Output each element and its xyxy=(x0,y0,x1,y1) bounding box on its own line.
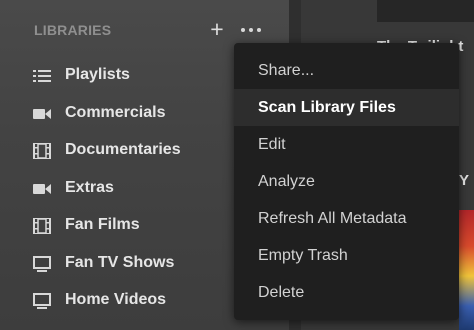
sidebar-item-label: Commercials xyxy=(65,104,166,121)
menu-item-refresh-all-metadata[interactable]: Refresh All Metadata xyxy=(234,200,459,237)
video-camera-icon xyxy=(33,109,51,119)
video-camera-icon xyxy=(33,184,51,194)
sidebar-item-label: Fan TV Shows xyxy=(65,254,175,271)
poster-thumbnail[interactable] xyxy=(377,0,474,22)
menu-item-share[interactable]: Share... xyxy=(234,52,459,89)
menu-item-delete[interactable]: Delete xyxy=(234,274,459,311)
menu-item-edit[interactable]: Edit xyxy=(234,126,459,163)
poster-thumbnail[interactable] xyxy=(459,210,474,330)
sidebar-item-label: Documentaries xyxy=(65,141,181,158)
film-strip-icon xyxy=(33,143,51,159)
partial-title: Y xyxy=(459,172,470,189)
sidebar-item-label: Extras xyxy=(65,179,114,196)
menu-item-analyze[interactable]: Analyze xyxy=(234,163,459,200)
libraries-header: LIBRARIES xyxy=(34,22,112,38)
monitor-icon xyxy=(33,293,51,309)
monitor-icon xyxy=(33,256,51,272)
plus-icon[interactable]: + xyxy=(207,17,227,41)
list-icon xyxy=(33,70,51,82)
menu-item-empty-trash[interactable]: Empty Trash xyxy=(234,237,459,274)
film-strip-icon xyxy=(33,218,51,234)
library-context-menu: Share... Scan Library Files Edit Analyze… xyxy=(234,43,459,320)
more-horizontal-icon[interactable] xyxy=(240,19,262,39)
sidebar-item-label: Fan Films xyxy=(65,216,140,233)
sidebar-item-label: Playlists xyxy=(65,66,130,83)
sidebar-item-label: Home Videos xyxy=(65,291,167,308)
menu-item-scan-library-files[interactable]: Scan Library Files xyxy=(234,89,459,126)
